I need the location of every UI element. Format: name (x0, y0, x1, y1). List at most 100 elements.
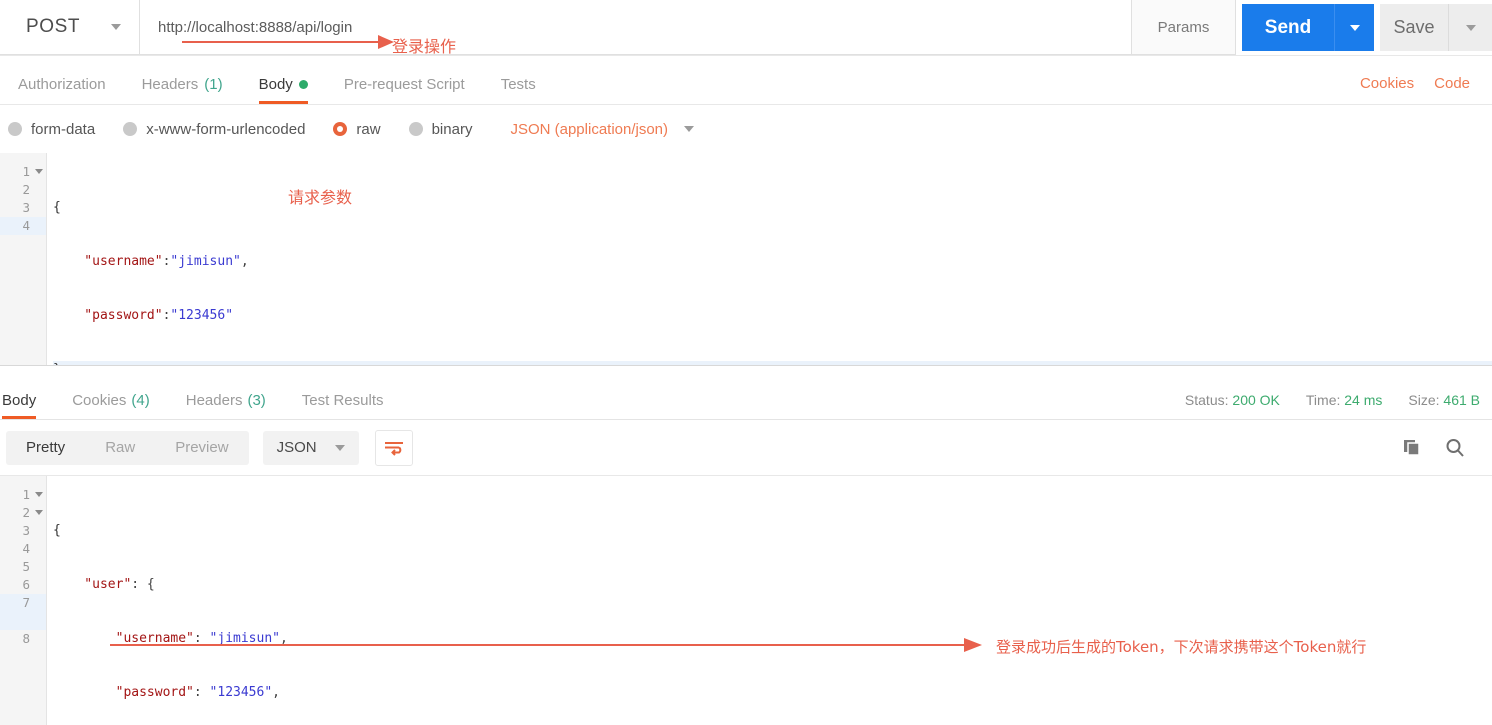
response-tab-headers[interactable]: Headers (3) (168, 392, 284, 419)
radio-icon-selected[interactable] (333, 122, 348, 136)
send-button[interactable]: Send (1242, 4, 1334, 51)
response-code-content[interactable]: { "user": { "username": "jimisun", "pass… (47, 476, 1492, 725)
tab-label: Body (258, 76, 293, 93)
chevron-down-icon (1465, 24, 1476, 31)
tab-label: Cookies (72, 392, 127, 409)
tab-body[interactable]: Body (241, 76, 326, 104)
code-line: "user": { (53, 577, 155, 592)
response-tab-test-results[interactable]: Test Results (284, 392, 402, 419)
save-options-button[interactable] (1448, 4, 1492, 51)
size-label: Size: (1408, 392, 1440, 408)
line-number: 1 (0, 486, 46, 504)
cookies-link[interactable]: Cookies (1360, 75, 1414, 92)
radio-icon[interactable] (123, 122, 138, 136)
send-options-button[interactable] (1334, 4, 1374, 51)
response-format-label: JSON (276, 439, 317, 456)
code-line: } (53, 361, 1492, 365)
code-line: "username":"jimisun", (53, 254, 249, 269)
tab-label: Authorization (18, 76, 106, 93)
chevron-down-icon (334, 444, 345, 451)
status-metric: Status: 200 OK (1185, 392, 1280, 408)
copy-icon (1404, 439, 1420, 456)
response-tab-cookies[interactable]: Cookies (4) (54, 392, 168, 419)
word-wrap-button[interactable] (374, 429, 413, 466)
size-metric: Size: 461 B (1408, 392, 1480, 408)
time-metric: Time: 24 ms (1306, 392, 1383, 408)
content-type-label: JSON (application/json) (510, 120, 669, 138)
response-view-mode-group: Pretty Raw Preview (6, 430, 249, 465)
tab-label: Body (2, 392, 37, 409)
tab-count: (1) (204, 76, 223, 93)
line-number: 5 (22, 559, 30, 574)
body-type-binary[interactable]: binary (408, 121, 472, 138)
tab-pre-request-script[interactable]: Pre-request Script (326, 76, 483, 104)
line-number: 3 (22, 523, 30, 538)
body-type-form-data[interactable]: form-data (8, 121, 95, 138)
body-type-label: raw (356, 120, 381, 138)
tab-tests[interactable]: Tests (483, 76, 554, 104)
fold-arrow-icon[interactable] (35, 492, 43, 497)
save-button[interactable]: Save (1380, 4, 1448, 51)
url-input[interactable] (156, 17, 1115, 37)
search-icon (1446, 438, 1464, 457)
http-method-selector[interactable]: POST (0, 0, 140, 55)
view-mode-raw[interactable]: Raw (85, 431, 155, 465)
view-mode-pretty[interactable]: Pretty (6, 431, 85, 465)
time-value: 24 ms (1344, 392, 1383, 408)
request-code-content[interactable]: { "username":"jimisun", "password":"1234… (47, 153, 1492, 365)
code-line: "username": "jimisun", (53, 631, 288, 646)
code-line: "password": "123456", (53, 685, 280, 700)
fold-arrow-icon[interactable] (35, 510, 43, 515)
request-tabs-right-links: Cookies Code (1360, 75, 1492, 104)
code-line: { (53, 523, 61, 538)
line-number: 4 (0, 217, 46, 235)
radio-icon[interactable] (408, 122, 423, 136)
response-body-editor[interactable]: 1 2 3 4 5 6 7 8 { "user": { "username": … (0, 476, 1492, 725)
line-number: 3 (22, 200, 30, 215)
tab-label: Pre-request Script (343, 76, 465, 93)
response-tabs: Body Cookies (4) Headers (3) Test Result… (0, 372, 1492, 420)
line-number: 4 (22, 541, 30, 556)
line-number: 2 (0, 504, 46, 522)
code-line: "password":"123456" (53, 308, 234, 323)
request-url-bar: POST Params Send Save (0, 0, 1492, 56)
radio-icon[interactable] (8, 122, 22, 136)
line-number: 2 (22, 182, 30, 197)
content-type-selector[interactable]: JSON (application/json) (510, 120, 695, 138)
view-mode-preview[interactable]: Preview (155, 431, 248, 465)
url-input-container[interactable] (140, 0, 1132, 55)
body-type-raw[interactable]: raw (333, 120, 381, 138)
tab-headers[interactable]: Headers (1) (124, 76, 241, 104)
body-type-label: form-data (31, 120, 96, 138)
time-label: Time: (1305, 392, 1341, 408)
tab-count: (4) (131, 392, 150, 409)
fold-arrow-icon[interactable] (35, 169, 43, 174)
response-format-selector[interactable]: JSON (262, 430, 359, 465)
size-value: 461 B (1443, 392, 1480, 408)
chevron-down-icon (1349, 24, 1360, 31)
search-button[interactable] (1444, 437, 1466, 459)
line-number: 6 (22, 577, 30, 592)
body-type-row: form-data x-www-form-urlencoded raw bina… (0, 105, 1492, 153)
body-type-urlencoded[interactable]: x-www-form-urlencoded (123, 121, 305, 138)
tab-authorization[interactable]: Authorization (0, 76, 124, 104)
response-tab-body[interactable]: Body (0, 392, 54, 419)
tab-count: (3) (247, 392, 266, 409)
request-tabs: Authorization Headers (1) Body Pre-reque… (0, 56, 1492, 105)
save-button-group: Save (1380, 4, 1492, 51)
response-toolbar-actions (1402, 437, 1480, 459)
line-number: 8 (22, 631, 30, 646)
response-meta: Status: 200 OK Time: 24 ms Size: 461 B (1185, 392, 1492, 419)
code-link[interactable]: Code (1434, 75, 1470, 92)
tab-label: Headers (141, 76, 199, 93)
line-number: 7 (0, 594, 46, 630)
word-wrap-icon (384, 441, 403, 456)
request-body-editor[interactable]: 1 2 3 4 { "username":"jimisun", "passwor… (0, 153, 1492, 366)
chevron-down-icon (111, 24, 121, 30)
response-toolbar: Pretty Raw Preview JSON (0, 420, 1492, 476)
copy-button[interactable] (1402, 437, 1424, 459)
params-button[interactable]: Params (1132, 0, 1236, 55)
code-line: { (53, 200, 61, 215)
status-label: Status: (1184, 392, 1229, 408)
body-type-label: x-www-form-urlencoded (146, 120, 306, 138)
